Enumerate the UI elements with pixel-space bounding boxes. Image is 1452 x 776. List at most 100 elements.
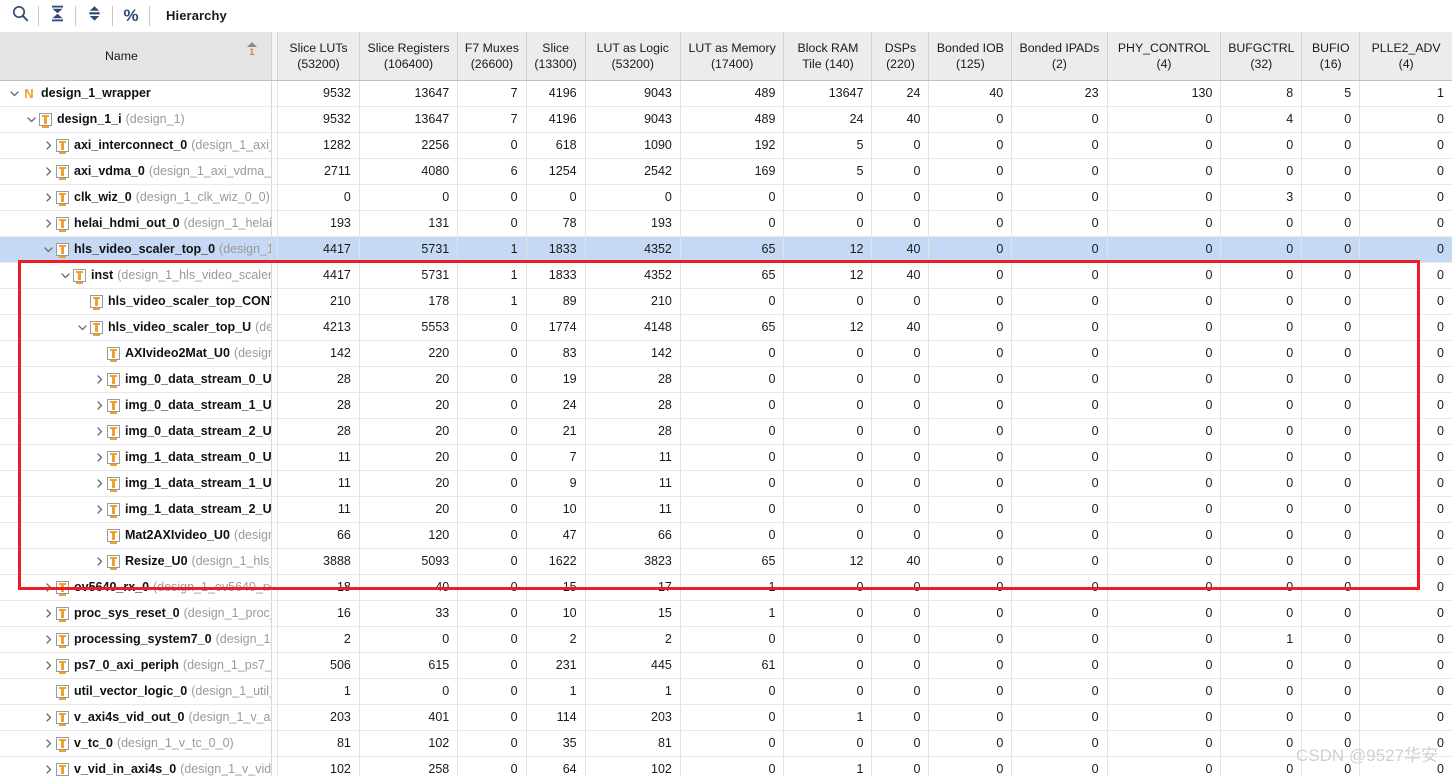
cell-name[interactable]: AXIvideo2Mat_U0(design_ [0,340,272,367]
cell-name[interactable]: processing_system7_0 (design_1_ [0,626,272,653]
cell-name[interactable]: proc_sys_reset_0 (design_1_proc_ [0,600,272,627]
table-row[interactable]: AXIvideo2Mat_U0(design_14222008314200000… [0,340,1452,367]
table-row[interactable]: v_vid_in_axi4s_0 (design_1_v_vid_i 102 258 0… [0,756,1452,776]
table-row[interactable]: proc_sys_reset_0 (design_1_proc_ 16 33 0 10 15… [0,600,1452,627]
cell-name[interactable]: clk_wiz_0 (design_1_clk_wiz_0_0) [0,184,272,211]
sort-indicator[interactable]: 1 [241,42,263,70]
cell-name[interactable]: hls_video_scaler_top_CONTR [0,288,272,315]
table-row[interactable]: img_1_data_stream_1_U(11200911000000000 [0,470,1452,497]
table-row[interactable]: design_1_i (design_1) 9532 13647 7 4196 9043 48… [0,106,1452,133]
cell-name[interactable]: img_0_data_stream_2_U( [0,418,272,445]
cell-name[interactable]: Ndesign_1_wrapper [0,80,272,107]
table-row[interactable]: processing_system7_0 (design_1_ 2 0 0 2 2 0 0 0 0 0… [0,626,1452,653]
table-row[interactable]: util_vector_logic_0(design_1_util_v10011… [0,678,1452,705]
cell-name[interactable]: v_vid_in_axi4s_0 (design_1_v_vid_i [0,756,272,776]
column-header-bufio[interactable]: BUFIO (16) [1301,32,1361,81]
chevron-down-icon[interactable] [74,315,90,340]
cell-name[interactable]: img_1_data_stream_1_U( [0,470,272,497]
chevron-right-icon[interactable] [40,159,56,184]
table-row[interactable]: Mat2AXIvideo_U0(design_66120047660000000… [0,522,1452,549]
chevron-right-icon[interactable] [40,133,56,158]
table-row[interactable]: ov5640_rx_0 (design_1_ov5640_rx_ 18 40 0 15 17… [0,574,1452,601]
collapse-all-button[interactable] [41,2,73,30]
column-header-f7-muxes[interactable]: F7 Muxes (26600) [457,32,527,81]
chevron-right-icon[interactable] [40,601,56,626]
cell-name[interactable]: v_axi4s_vid_out_0(design_1_v_axi4 [0,704,272,731]
column-header-dsps[interactable]: DSPs (220) [871,32,930,81]
cell-name[interactable]: Resize_U0 (design_1_hls_ [0,548,272,575]
chevron-right-icon[interactable] [91,419,107,444]
chevron-right-icon[interactable] [40,757,56,776]
cell-name[interactable]: design_1_i (design_1) [0,106,272,133]
table-row[interactable]: hls_video_scaler_top_CONTR 210 178 1 89 210 0 0… [0,288,1452,315]
toolbar-separator-1 [38,5,39,26]
chevron-right-icon[interactable] [40,185,56,210]
column-header-slice-registers[interactable]: Slice Registers (106400) [359,32,459,81]
cell-name[interactable]: img_0_data_stream_0_U( [0,366,272,393]
chevron-right-icon[interactable] [40,653,56,678]
table-row[interactable]: axi_interconnect_0(design_1_axi_in128222… [0,132,1452,159]
table-row[interactable]: hls_video_scaler_top_0(design_1_44175731… [0,236,1452,263]
chevron-right-icon[interactable] [91,497,107,522]
table-row[interactable]: Resize_U0 (design_1_hls_ 3888 5093 0 1622 3823… [0,548,1452,575]
search-button[interactable] [4,2,36,30]
chevron-down-icon[interactable] [6,81,22,106]
table-row[interactable]: clk_wiz_0 (design_1_clk_wiz_0_0) 0 0 0 0 0 0 0 0 0… [0,184,1452,211]
chevron-right-icon[interactable] [91,445,107,470]
column-header-slice-luts[interactable]: Slice LUTs (53200) [277,32,360,81]
table-row[interactable]: img_0_data_stream_1_U(282002428000000000 [0,392,1452,419]
chevron-right-icon[interactable] [40,211,56,236]
expand-all-button[interactable] [78,2,110,30]
cell-name[interactable]: ov5640_rx_0 (design_1_ov5640_rx_ [0,574,272,601]
column-header-bufgctrl[interactable]: BUFGCTRL (32) [1220,32,1303,81]
cell-bufio: 0 [1301,574,1361,601]
cell-name[interactable]: ps7_0_axi_periph (design_1_ps7_0 [0,652,272,679]
column-header-bonded-ipads[interactable]: Bonded IPADs (2) [1011,32,1108,81]
table-row[interactable]: Ndesign_1_wrapper 9532 13647 7 4196 9043 489 13… [0,80,1452,107]
table-row[interactable]: img_1_data_stream_0_U(11200711000000000 [0,444,1452,471]
cell-name[interactable]: hls_video_scaler_top_U(desi [0,314,272,341]
table-row[interactable]: v_tc_0 (design_1_v_tc_0_0) 81 102 0 35 81 0 0 0 0 0… [0,730,1452,757]
cell-name[interactable]: axi_vdma_0 (design_1_axi_vdma_0 [0,158,272,185]
table-row[interactable]: img_0_data_stream_0_U(282001928000000000 [0,366,1452,393]
table-row[interactable]: hls_video_scaler_top_U(desi4213555301774… [0,314,1452,341]
column-header-bonded-iob[interactable]: Bonded IOB (125) [928,32,1013,81]
table-row[interactable]: inst (design_1_hls_video_scaler 4417 5731 1 1… [0,262,1452,289]
chevron-right-icon[interactable] [40,731,56,756]
chevron-right-icon[interactable] [91,471,107,496]
chevron-down-icon[interactable] [40,237,56,262]
cell-name[interactable]: util_vector_logic_0(design_1_util_v [0,678,272,705]
cell-name[interactable]: hls_video_scaler_top_0(design_1_ [0,236,272,263]
chevron-right-icon[interactable] [40,627,56,652]
chevron-right-icon[interactable] [91,367,107,392]
column-header-lut-as-memory[interactable]: LUT as Memory (17400) [680,32,785,81]
cell-name[interactable]: helai_hdmi_out_0 (design_1_helai_ [0,210,272,237]
column-header-slice[interactable]: Slice (13300) [526,32,586,81]
percent-button[interactable]: % [115,2,147,30]
cell-name[interactable]: img_1_data_stream_2_U( [0,496,272,523]
cell-name[interactable]: img_0_data_stream_1_U( [0,392,272,419]
chevron-right-icon[interactable] [40,575,56,600]
table-row[interactable]: ps7_0_axi_periph (design_1_ps7_0 506 615 0 23… [0,652,1452,679]
chevron-right-icon[interactable] [91,393,107,418]
cell-name[interactable]: axi_interconnect_0(design_1_axi_in [0,132,272,159]
column-header-lut-as-logic[interactable]: LUT as Logic (53200) [585,32,681,81]
cell-name[interactable]: Mat2AXIvideo_U0(design_ [0,522,272,549]
table-row[interactable]: img_0_data_stream_2_U(282002128000000000 [0,418,1452,445]
table-row[interactable]: axi_vdma_0 (design_1_axi_vdma_0 2711 4080 6 1… [0,158,1452,185]
table-row[interactable]: img_1_data_stream_2_U(112001011000000000 [0,496,1452,523]
cell-name[interactable]: inst (design_1_hls_video_scaler [0,262,272,289]
column-header-block-ram-tile[interactable]: Block RAM Tile (140) [783,32,873,81]
chevron-down-icon[interactable] [23,107,39,132]
chevron-right-icon[interactable] [91,549,107,574]
cell-name[interactable]: img_1_data_stream_0_U( [0,444,272,471]
chevron-right-icon[interactable] [40,705,56,730]
table-row[interactable]: helai_hdmi_out_0 (design_1_helai_ 193 131 0 7… [0,210,1452,237]
cell-bufgctrl: 0 [1220,600,1303,627]
chevron-down-icon[interactable] [57,263,73,288]
column-header-phy-control[interactable]: PHY_CONTROL (4) [1107,32,1222,81]
column-header-plle2-adv[interactable]: PLLE2_ADV (4) [1359,32,1452,81]
cell-name[interactable]: v_tc_0 (design_1_v_tc_0_0) [0,730,272,757]
table-row[interactable]: v_axi4s_vid_out_0(design_1_v_axi42034010… [0,704,1452,731]
column-header-name[interactable]: Name 1 [0,32,272,81]
